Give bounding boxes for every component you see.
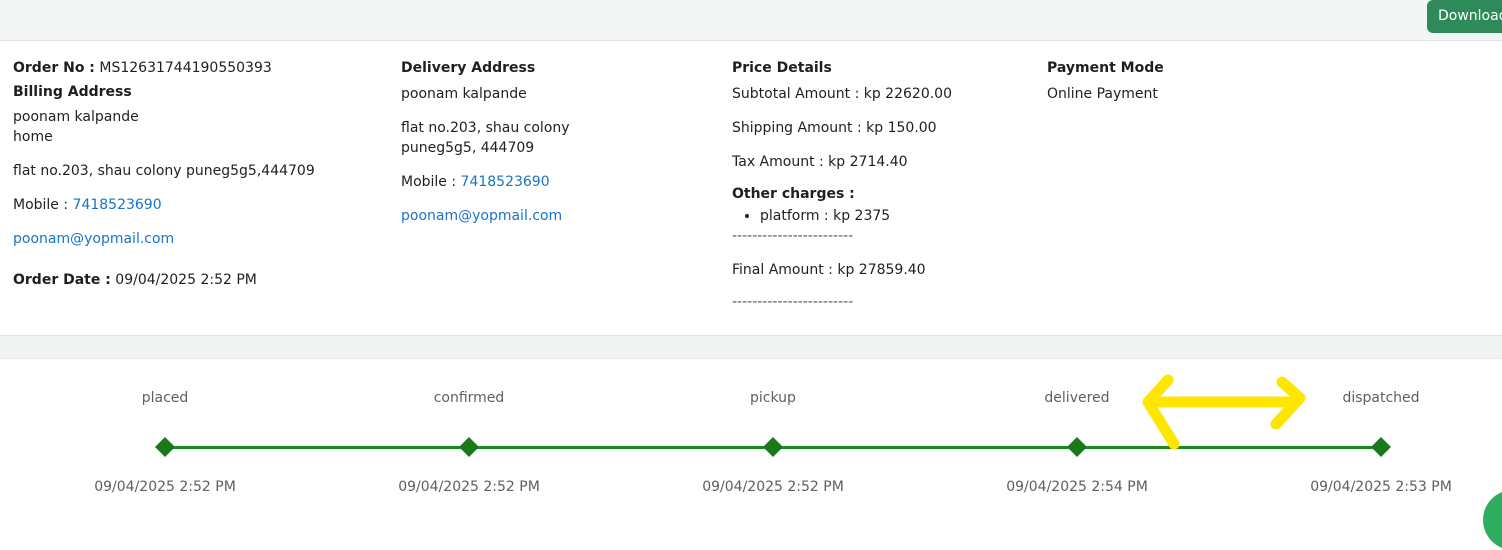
step-date-pickup: 09/04/2025 2:52 PM (702, 479, 844, 495)
step-label-pickup: pickup (750, 390, 796, 406)
delivery-mobile-link[interactable]: 7418523690 (461, 174, 550, 190)
step-marker-pickup (763, 437, 783, 457)
delivery-address-line1: flat no.203, shau colony (401, 120, 570, 136)
step-date-delivered: 09/04/2025 2:54 PM (1006, 479, 1148, 495)
order-number-label: Order No : (13, 60, 95, 76)
step-date-dispatched: 09/04/2025 2:53 PM (1310, 479, 1452, 495)
price-separator: ------------------------ (732, 228, 854, 244)
final-amount: Final Amount : kp 27859.40 (732, 262, 926, 278)
delivery-name: poonam kalpande (401, 86, 527, 102)
download-button[interactable]: Download (1427, 0, 1502, 33)
order-number-row: Order No : MS12631744190550393 (13, 58, 393, 78)
delivery-mobile-label: Mobile : (401, 174, 457, 190)
section-divider (0, 335, 1502, 359)
step-label-placed: placed (141, 390, 189, 406)
billing-address-line: flat no.203, shau colony puneg5g5,444709 (13, 163, 315, 179)
step-marker-placed (155, 437, 175, 457)
delivery-email-link[interactable]: poonam@yopmail.com (401, 206, 721, 226)
step-marker-confirmed (459, 437, 479, 457)
top-bar: Download (0, 0, 1502, 41)
order-date-label: Order Date : (13, 272, 111, 288)
delivery-address-line2: puneg5g5, 444709 (401, 140, 535, 156)
billing-address-type: home (13, 129, 53, 145)
order-date-value: 09/04/2025 2:52 PM (115, 272, 257, 288)
billing-mobile-link[interactable]: 7418523690 (73, 197, 162, 213)
payment-column: Payment Mode Online Payment (1047, 58, 1347, 104)
step-label-delivered: delivered (1044, 390, 1110, 406)
subtotal-amount: Subtotal Amount : kp 22620.00 (732, 86, 952, 102)
delivery-column: Delivery Address poonam kalpande flat no… (401, 58, 721, 226)
billing-mobile-label: Mobile : (13, 197, 69, 213)
tax-amount: Tax Amount : kp 2714.40 (732, 154, 908, 170)
delivery-mobile-row: Mobile : 7418523690 (401, 172, 721, 192)
step-marker-delivered (1067, 437, 1087, 457)
other-charge-item: platform : kp 2375 (760, 206, 1032, 226)
payment-mode-title: Payment Mode (1047, 60, 1164, 76)
billing-name: poonam kalpande (13, 109, 139, 125)
order-date-row: Order Date : 09/04/2025 2:52 PM (13, 270, 393, 290)
step-date-placed: 09/04/2025 2:52 PM (94, 479, 236, 495)
double-arrow-annotation-icon (1142, 374, 1306, 450)
step-label-confirmed: confirmed (433, 390, 505, 406)
billing-mobile-row: Mobile : 7418523690 (13, 195, 393, 215)
other-charges-list: platform : kp 2375 (732, 206, 1032, 226)
shipping-amount: Shipping Amount : kp 150.00 (732, 120, 937, 136)
step-marker-dispatched (1371, 437, 1391, 457)
payment-mode-value: Online Payment (1047, 86, 1158, 102)
price-details-title: Price Details (732, 60, 832, 76)
billing-address-title: Billing Address (13, 84, 132, 100)
price-separator-bottom: ------------------------ (732, 294, 854, 310)
step-date-confirmed: 09/04/2025 2:52 PM (398, 479, 540, 495)
other-charges-title: Other charges : (732, 186, 855, 202)
step-label-dispatched: dispatched (1342, 390, 1420, 406)
order-number-value: MS12631744190550393 (99, 60, 272, 76)
billing-email-link[interactable]: poonam@yopmail.com (13, 229, 393, 249)
price-details-column: Price Details Subtotal Amount : kp 22620… (732, 58, 1032, 312)
billing-column: Order No : MS12631744190550393 Billing A… (13, 58, 393, 290)
delivery-address-title: Delivery Address (401, 60, 536, 76)
